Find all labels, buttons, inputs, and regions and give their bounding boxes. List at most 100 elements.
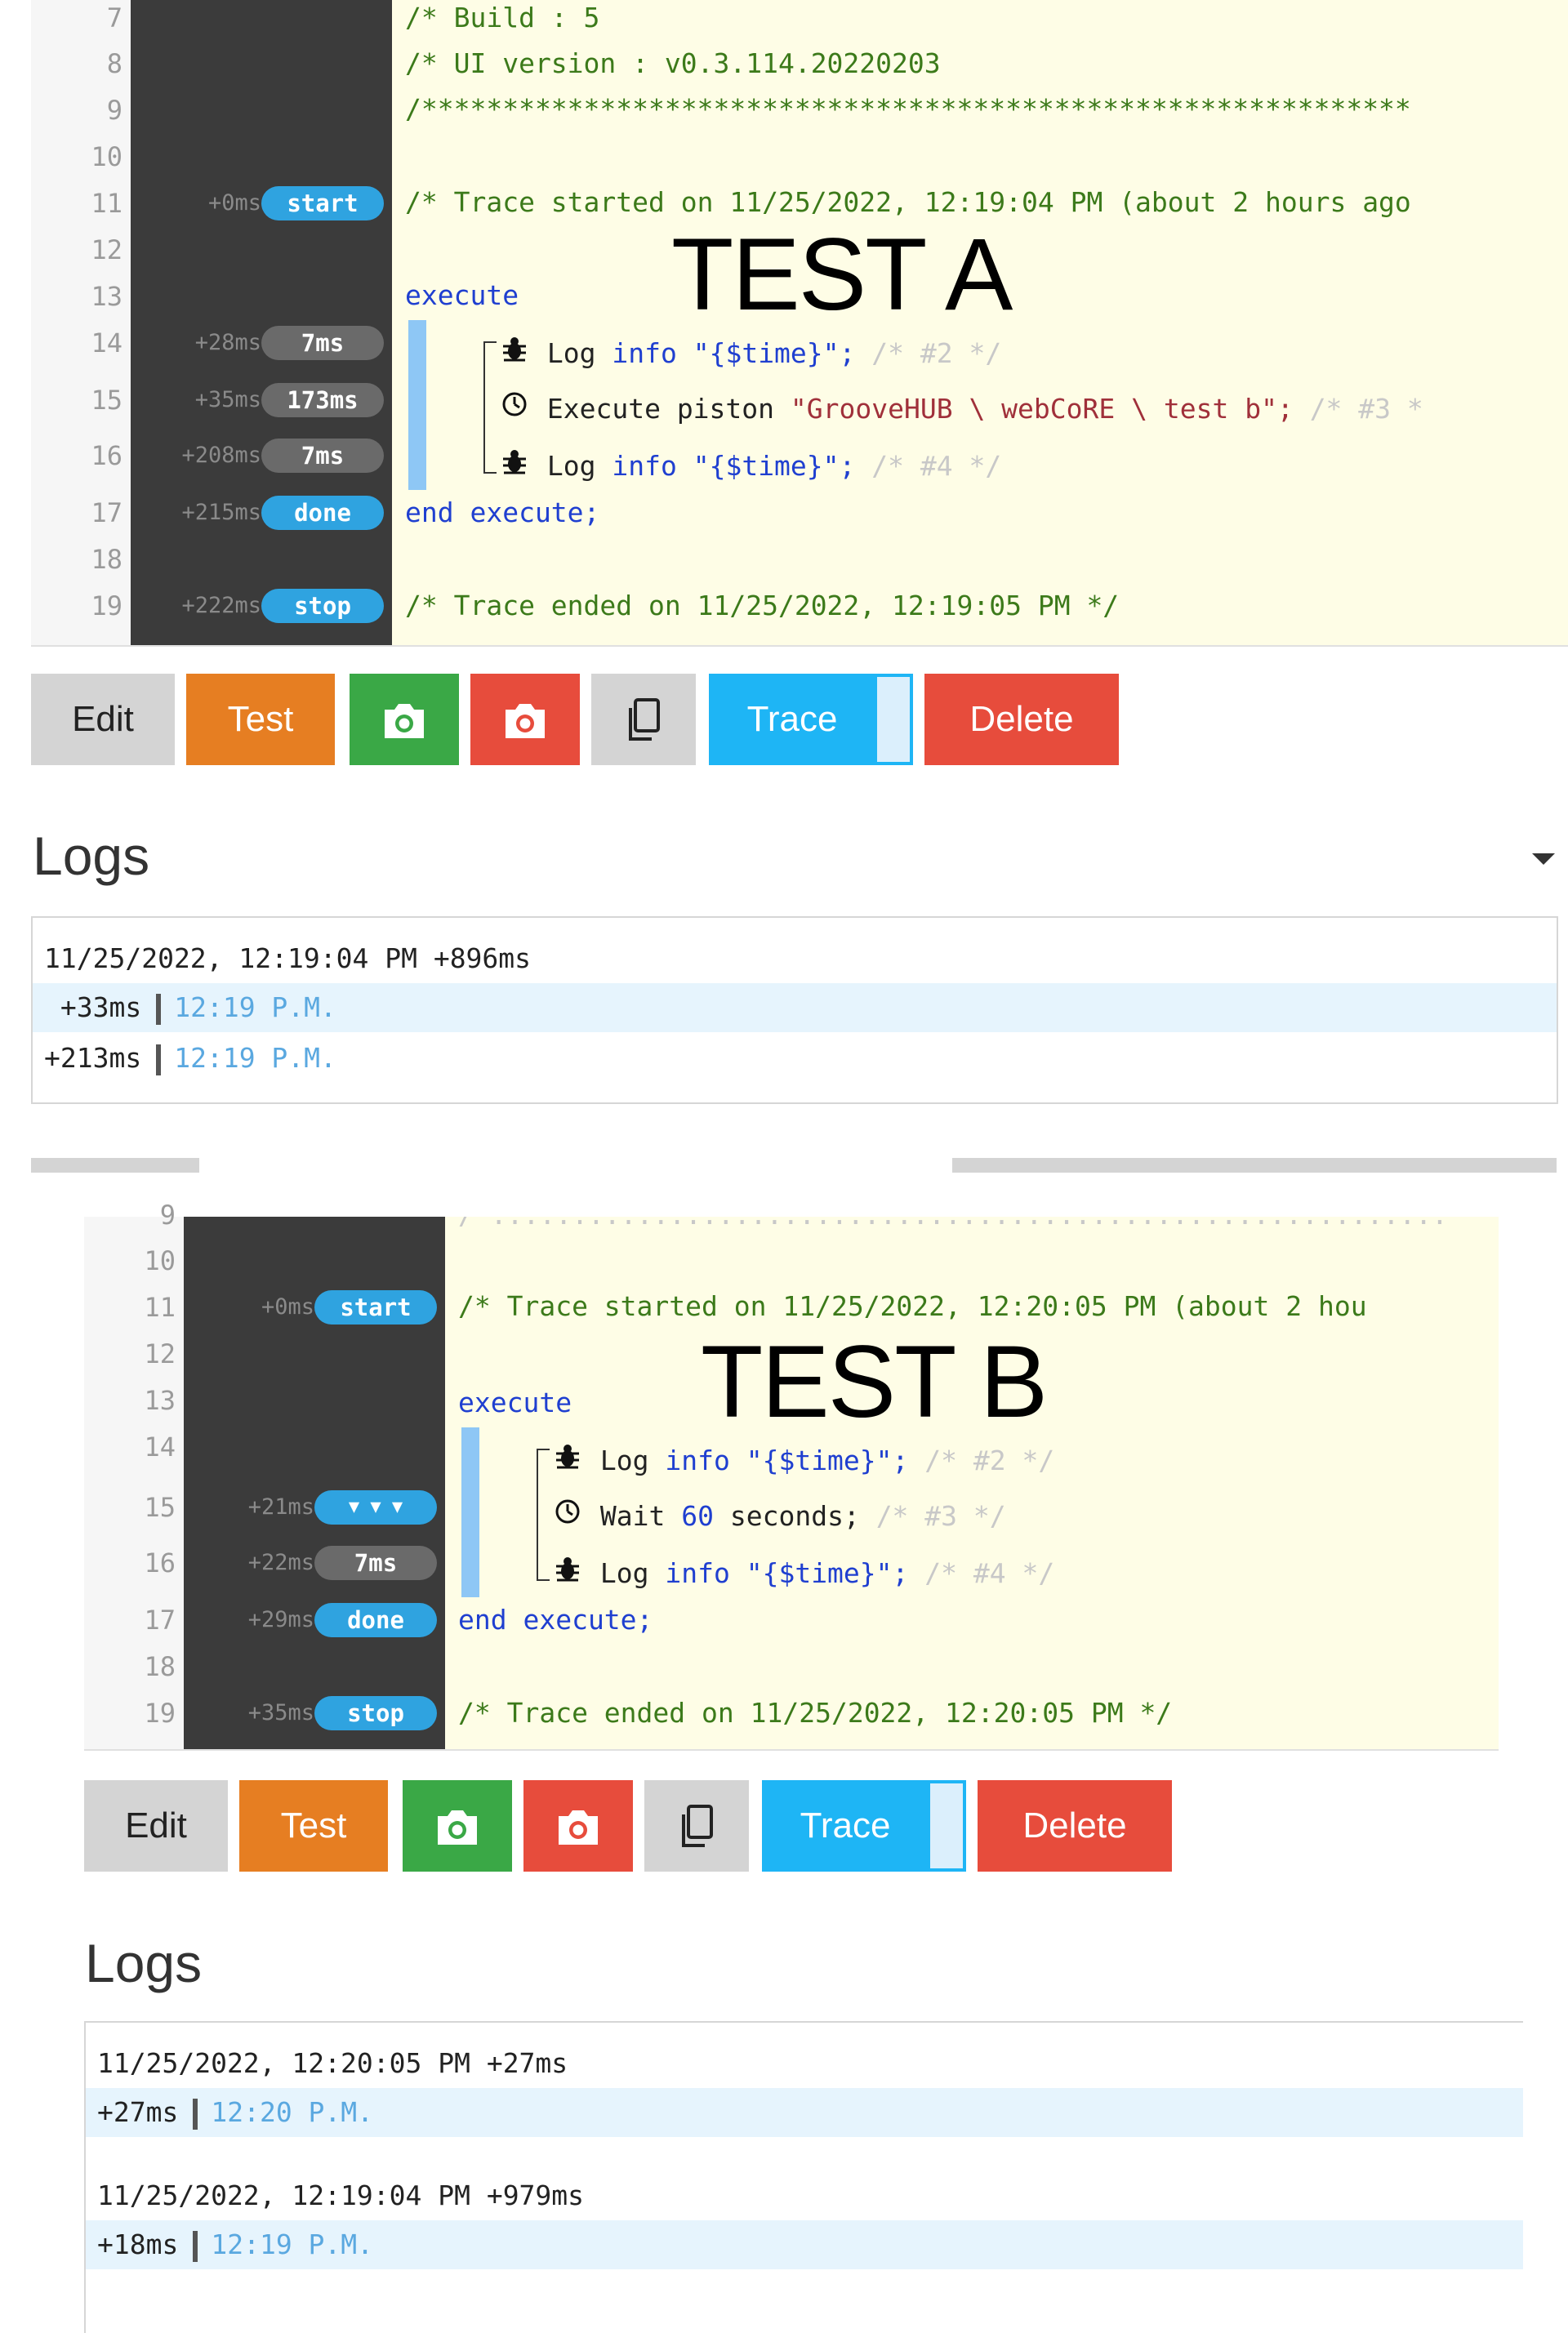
bug-icon	[551, 1442, 584, 1479]
statement-number: 60	[681, 1500, 714, 1532]
statement-keyword: info	[612, 450, 677, 482]
code-view: /*......................................…	[445, 1217, 1499, 1749]
delete-button[interactable]: Delete	[924, 674, 1119, 765]
timing-pill: ▼ ▼ ▼	[314, 1490, 437, 1525]
execution-bar	[408, 320, 426, 490]
log-offset: +18ms	[97, 2228, 179, 2260]
block-bracket	[483, 341, 497, 474]
line-number: 14	[91, 327, 122, 358]
line-number: 8	[106, 48, 122, 79]
timing-row: +21ms ▼ ▼ ▼	[184, 1489, 437, 1526]
statement-comment: /* #2 */	[871, 337, 1002, 369]
snapshot-green-button[interactable]	[350, 674, 459, 765]
statement-command: Log	[599, 1445, 649, 1476]
trace-label: Trace	[746, 699, 838, 739]
line-number: 13	[144, 1385, 176, 1416]
log-offset: +33ms	[44, 991, 142, 1023]
code-line: Wait 60 seconds; /* #3 */	[551, 1498, 1006, 1534]
logs-box-b: 11/25/2022, 12:20:05 PM +27ms +27ms 12:20…	[84, 2021, 1523, 2333]
timing-offset: +21ms	[247, 1494, 314, 1520]
trace-toggle-button[interactable]: Trace	[709, 674, 913, 765]
snapshot-green-button[interactable]	[403, 1780, 512, 1872]
execution-bar	[461, 1427, 479, 1597]
code-panel-b: 9 10 11 12 13 14 15 16 17 18 19 +0ms sta…	[84, 1200, 1499, 1751]
trace-toggle-button[interactable]: Trace	[762, 1780, 966, 1872]
code-line: /* Trace ended on 11/25/2022, 12:19:05 P…	[405, 590, 1120, 621]
log-entry: +33ms 12:19 P.M.	[33, 983, 1557, 1032]
log-separator	[156, 993, 162, 1025]
logs-title: Logs	[85, 1933, 203, 1993]
timing-pill: start	[261, 186, 384, 220]
test-button[interactable]: Test	[239, 1780, 388, 1872]
statement-text: seconds;	[729, 1500, 860, 1532]
test-button[interactable]: Test	[186, 674, 335, 765]
duplicate-button[interactable]	[644, 1780, 749, 1872]
statement-comment: /* #2 */	[924, 1445, 1055, 1476]
log-entry: +18ms 12:19 P.M.	[86, 2220, 1523, 2269]
line-number: 10	[91, 141, 122, 172]
line-number: 17	[144, 1605, 176, 1636]
bug-icon	[498, 335, 531, 372]
log-message: 12:19 P.M.	[174, 991, 336, 1023]
camera-icon	[554, 1805, 603, 1845]
timing-offset: +35ms	[247, 1700, 314, 1725]
statement-command: Wait	[599, 1500, 666, 1532]
log-header: 11/25/2022, 12:20:05 PM +27ms	[86, 2039, 1523, 2088]
logs-box-a: 11/25/2022, 12:19:04 PM +896ms +33ms 12:1…	[31, 916, 1558, 1104]
duplicate-button[interactable]	[591, 674, 696, 765]
line-number: 15	[91, 385, 122, 416]
line-number: 7	[106, 2, 122, 33]
log-separator	[193, 2230, 198, 2262]
statement-string: "GrooveHUB \ webCoRE \ test b";	[790, 393, 1294, 425]
line-number: 9	[159, 1200, 176, 1231]
edit-button[interactable]: Edit	[84, 1780, 228, 1872]
timing-row: +35ms 173ms	[131, 381, 384, 419]
timing-row: +0ms start	[131, 185, 384, 222]
line-number: 12	[144, 1338, 176, 1369]
chevron-down-icon[interactable]	[1532, 853, 1555, 865]
statement-command: Log	[546, 337, 596, 369]
code-line: /* Trace started on 11/25/2022, 12:19:04…	[405, 186, 1411, 218]
snapshot-red-button[interactable]	[523, 1780, 633, 1872]
edit-button[interactable]: Edit	[31, 674, 175, 765]
log-header-text: 11/25/2022, 12:20:05 PM +27ms	[97, 2047, 568, 2079]
code-line: Log info "{$time}"; /* #2 */	[498, 335, 1001, 371]
bug-icon	[551, 1555, 584, 1592]
copy-icon	[624, 698, 663, 741]
delete-button[interactable]: Delete	[978, 1780, 1172, 1872]
test-b-label: TEST B	[701, 1325, 1048, 1439]
log-message: 12:19 P.M.	[211, 2228, 374, 2260]
code-line: execute	[405, 279, 519, 311]
snapshot-red-button[interactable]	[470, 674, 580, 765]
log-offset: +213ms	[44, 1042, 142, 1074]
line-number: 16	[91, 440, 122, 471]
log-header-text: 11/25/2022, 12:19:04 PM +979ms	[97, 2179, 585, 2211]
camera-icon	[433, 1805, 482, 1845]
divider-left	[31, 1158, 199, 1173]
toggle-knob	[877, 677, 910, 762]
timing-row: +215ms done	[131, 494, 384, 532]
line-number: 18	[144, 1651, 176, 1682]
timing-pill: 7ms	[261, 439, 384, 473]
timing-row: +208ms 7ms	[131, 437, 384, 474]
code-line: /*......................................…	[458, 1217, 1448, 1233]
timing-row: +28ms 7ms	[131, 324, 384, 362]
timing-row: +22ms 7ms	[184, 1544, 437, 1582]
line-number: 10	[144, 1245, 176, 1276]
log-separator	[193, 2098, 198, 2130]
logs-title: Logs	[33, 826, 150, 886]
timing-pill: 7ms	[314, 1546, 437, 1580]
clock-icon	[551, 1498, 584, 1534]
code-line: end execute;	[405, 496, 600, 528]
line-number: 11	[91, 188, 122, 219]
timing-offset: +222ms	[181, 593, 261, 618]
line-number: 18	[91, 544, 122, 575]
line-number: 17	[91, 497, 122, 528]
line-number: 16	[144, 1547, 176, 1578]
timing-column: +0ms start +21ms ▼ ▼ ▼ +22ms 7ms +29ms d…	[184, 1217, 445, 1749]
statement-command: Execute piston	[546, 393, 775, 425]
code-line: end execute;	[458, 1604, 653, 1636]
timing-row: +222ms stop	[131, 587, 384, 625]
log-message: 12:19 P.M.	[174, 1042, 336, 1074]
timing-pill: start	[314, 1290, 437, 1325]
